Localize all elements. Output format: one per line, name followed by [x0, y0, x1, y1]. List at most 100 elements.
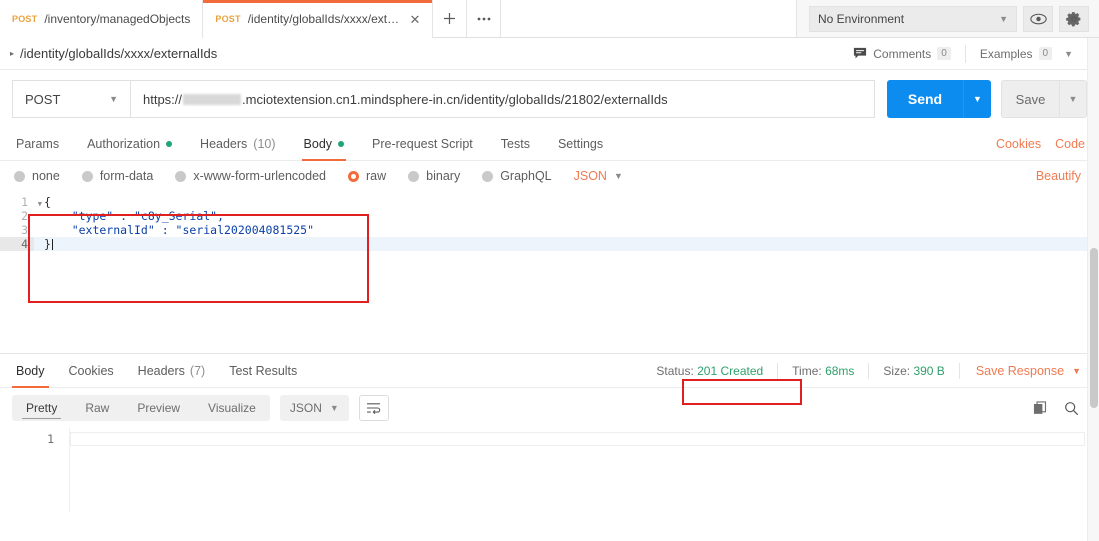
view-mode-raw[interactable]: Raw: [71, 395, 123, 421]
chevron-down-icon: ▼: [329, 403, 339, 413]
url-suffix: .mciotextension.cn1.mindsphere-in.cn/ide…: [242, 91, 668, 107]
chevron-down-icon[interactable]: ▼: [1064, 49, 1073, 59]
chevron-right-icon[interactable]: ▸: [10, 49, 14, 58]
body-format-selector[interactable]: JSON ▼: [574, 169, 623, 183]
body-format-label: JSON: [573, 169, 607, 183]
gutter-divider: [69, 428, 70, 512]
url-prefix: https://: [143, 91, 183, 107]
code-line-text: "externalId" : "serial202004081525": [44, 223, 315, 237]
vertical-scrollbar[interactable]: [1087, 38, 1099, 541]
search-button[interactable]: [1064, 401, 1079, 416]
tab-options-button[interactable]: [467, 0, 502, 37]
environment-selector[interactable]: No Environment ▼: [809, 5, 1017, 32]
environment-quick-look-button[interactable]: [1023, 5, 1053, 32]
redacted-host-segment: [183, 93, 242, 105]
chevron-down-icon: ▼: [613, 171, 623, 181]
cookies-link[interactable]: Cookies: [996, 137, 1041, 151]
body-type-raw[interactable]: raw: [348, 169, 386, 183]
copy-button[interactable]: [1033, 400, 1048, 416]
code-line: "type" : "c8y_Serial",: [34, 209, 1099, 223]
tab-label: Cookies: [68, 363, 114, 378]
tab-pre-request-script[interactable]: Pre-request Script: [358, 128, 487, 161]
word-wrap-button[interactable]: [358, 395, 389, 421]
editor-code-area[interactable]: { "type" : "c8y_Serial", "externalId" : …: [34, 191, 1099, 353]
save-options-button[interactable]: ▼: [1059, 80, 1087, 118]
body-type-graphql[interactable]: GraphQL: [482, 169, 552, 183]
body-type-none[interactable]: none: [14, 169, 60, 183]
beautify-button[interactable]: Beautify: [1036, 169, 1087, 183]
view-mode-preview[interactable]: Preview: [123, 395, 194, 421]
body-type-urlencoded[interactable]: x-www-form-urlencoded: [175, 169, 326, 183]
time-badge: Time: 68ms: [782, 364, 864, 378]
tab-badge: (10): [253, 137, 276, 151]
environment-controls: No Environment ▼: [796, 0, 1099, 37]
view-mode-visualize[interactable]: Visualize: [194, 395, 270, 421]
radio-icon: [175, 170, 187, 182]
response-tab-test-results[interactable]: Test Results: [217, 354, 309, 388]
radio-icon-selected: [348, 170, 359, 182]
save-response-button[interactable]: Save Response ▼: [964, 364, 1087, 378]
comments-count: 0: [937, 47, 951, 60]
tab-badge: (7): [189, 363, 206, 378]
response-meta: Status: 201 Created Time: 68ms Size: 390…: [646, 362, 1087, 379]
tab-headers[interactable]: Headers (10): [186, 128, 289, 161]
view-mode-pretty[interactable]: Pretty: [12, 395, 71, 421]
url-input[interactable]: https:// .mciotextension.cn1.mindsphere-i…: [130, 80, 875, 118]
status-value: 201 Created: [697, 363, 764, 378]
line-number-value: 1: [21, 195, 28, 209]
line-number: 2: [21, 209, 28, 223]
request-tabs-links: Cookies Code: [996, 137, 1087, 151]
line-number: 1: [47, 432, 54, 446]
option-label: raw: [366, 169, 387, 183]
option-label: form-data: [99, 169, 154, 183]
comments-button[interactable]: Comments 0: [839, 41, 965, 67]
send-button-group: Send ▼: [887, 80, 991, 118]
copy-icon: [1033, 400, 1047, 414]
radio-icon: [482, 170, 494, 182]
save-button[interactable]: Save: [1001, 80, 1059, 118]
size-badge: Size: 390 B: [873, 364, 954, 378]
body-type-form-data[interactable]: form-data: [81, 169, 154, 183]
response-code-area: [62, 428, 1099, 512]
tab-tests[interactable]: Tests: [487, 128, 544, 161]
comment-icon: [854, 47, 867, 59]
option-label: none: [32, 169, 60, 183]
response-body-viewer[interactable]: 1: [0, 428, 1099, 512]
response-gutter: 1: [0, 428, 62, 512]
tab-settings[interactable]: Settings: [544, 128, 617, 161]
time-value: 68ms: [825, 363, 855, 378]
new-tab-button[interactable]: [433, 0, 468, 37]
close-icon[interactable]: ✕: [410, 13, 421, 26]
response-format-label: JSON: [289, 401, 322, 415]
tab-authorization[interactable]: Authorization: [73, 128, 186, 161]
postman-window: POST /inventory/managedObjects POST /ide…: [0, 0, 1099, 541]
scrollbar-thumb[interactable]: [1090, 248, 1098, 408]
code-line-active: }: [34, 237, 1099, 251]
response-tab-headers[interactable]: Headers (7): [126, 354, 218, 388]
tab-title: /identity/globalIds/xxxx/exter...: [247, 12, 402, 26]
code-link[interactable]: Code: [1055, 137, 1085, 151]
tab-label: Tests: [500, 137, 530, 151]
tab-body[interactable]: Body: [290, 128, 359, 161]
body-type-binary[interactable]: binary: [408, 169, 460, 183]
tab-method-label: POST: [12, 14, 38, 24]
response-format-selector[interactable]: JSON ▼: [279, 395, 349, 421]
response-tab-cookies[interactable]: Cookies: [57, 354, 126, 388]
request-body-editor[interactable]: 1 ▼ 2 3 4 { "type" : "c8y_Serial", "exte…: [0, 191, 1099, 353]
code-line-text: {: [44, 195, 51, 209]
tab-params[interactable]: Params: [12, 128, 73, 161]
send-button[interactable]: Send: [887, 80, 963, 118]
request-tab-globalids[interactable]: POST /identity/globalIds/xxxx/exter... ✕: [203, 0, 434, 38]
tab-label: Params: [16, 137, 60, 151]
examples-button[interactable]: Examples 0 ▼: [966, 41, 1087, 67]
send-options-button[interactable]: ▼: [963, 80, 991, 118]
tab-label: Headers: [200, 137, 248, 151]
request-tab-inventory[interactable]: POST /inventory/managedObjects: [0, 0, 204, 38]
response-tab-body[interactable]: Body: [4, 354, 57, 388]
code-line-text: }: [44, 237, 51, 251]
option-label: GraphQL: [500, 169, 552, 183]
settings-button[interactable]: [1059, 5, 1089, 32]
http-method-selector[interactable]: POST ▼: [12, 80, 130, 118]
editor-gutter: 1 ▼ 2 3 4: [0, 191, 42, 353]
radio-icon: [408, 170, 420, 182]
